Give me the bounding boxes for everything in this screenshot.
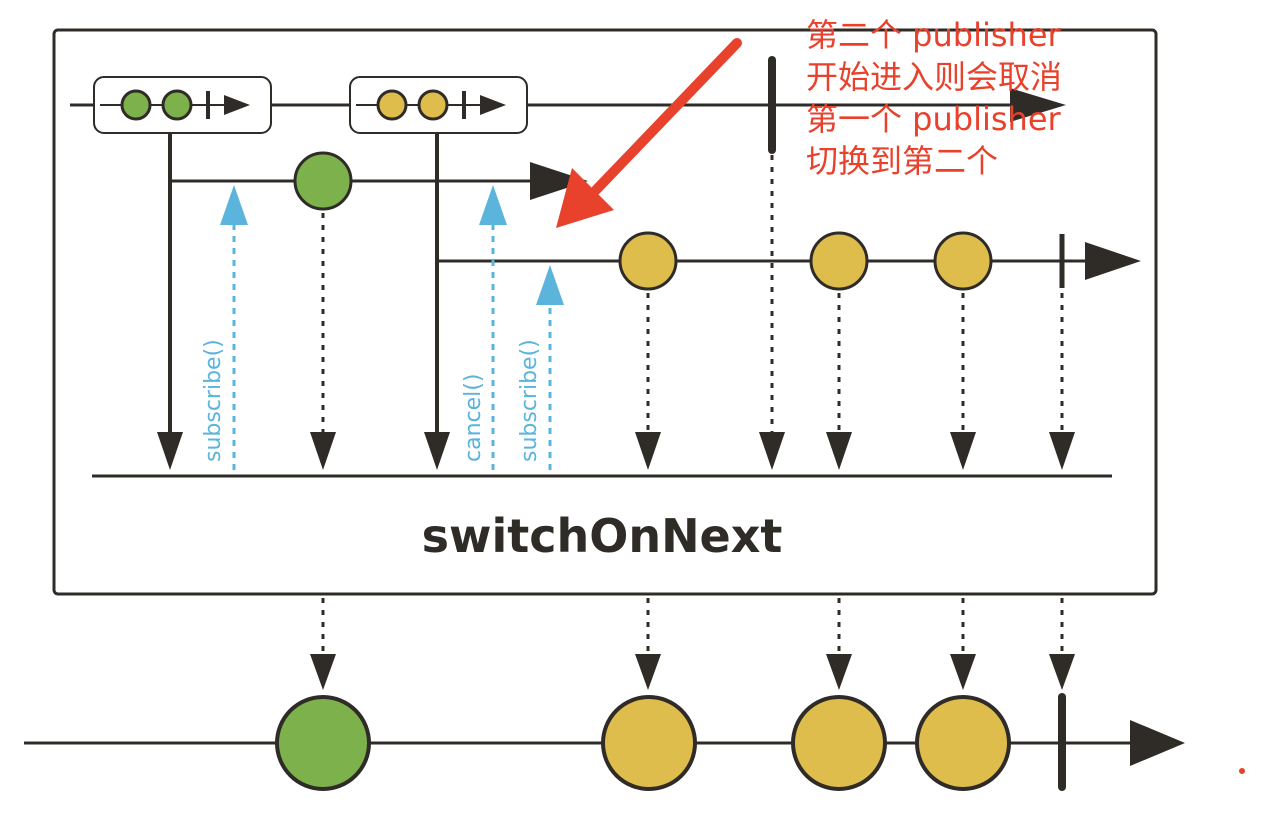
second-publisher-item xyxy=(809,231,869,291)
operator-title: switchOnNext xyxy=(422,509,783,563)
subscribe-label-first: subscribe() xyxy=(201,339,226,462)
result-item-yellow xyxy=(601,695,697,791)
mini-yellow-item xyxy=(417,89,449,121)
annotation-line-3: 第一个 publisher xyxy=(806,100,1062,138)
annotation-line-2: 开始进入则会取消 xyxy=(806,58,1062,96)
subscribe-label-second: subscribe() xyxy=(517,339,542,462)
mini-green-item xyxy=(161,89,193,121)
annotation-line-1: 第二个 publisher xyxy=(806,16,1062,54)
output-arrows xyxy=(321,598,1064,660)
first-publisher-item xyxy=(293,151,353,211)
red-dot xyxy=(1239,768,1245,774)
inner-emission-arrowheads xyxy=(310,432,1075,470)
inner-emission-arrows xyxy=(321,155,1064,440)
second-publisher-icon xyxy=(349,76,528,134)
second-publisher-item xyxy=(933,231,993,291)
mini-yellow-item xyxy=(376,89,408,121)
output-arrowheads xyxy=(310,654,1075,690)
second-publisher-item xyxy=(618,231,678,291)
result-timeline xyxy=(24,693,1185,791)
first-publisher-icon xyxy=(93,76,272,134)
annotation-arrow xyxy=(556,38,742,228)
cancel-label: cancel() xyxy=(461,374,486,462)
second-publisher-timeline xyxy=(435,231,1141,291)
result-item-yellow xyxy=(791,695,887,791)
result-item-yellow xyxy=(915,695,1011,791)
annotation-line-4: 切换到第二个 xyxy=(806,142,998,180)
marble-diagram: subscribe() cancel() subscribe() switchO… xyxy=(24,16,1245,791)
method-call-arrows xyxy=(220,185,564,470)
mini-green-item xyxy=(120,89,152,121)
result-item-green xyxy=(275,695,371,791)
